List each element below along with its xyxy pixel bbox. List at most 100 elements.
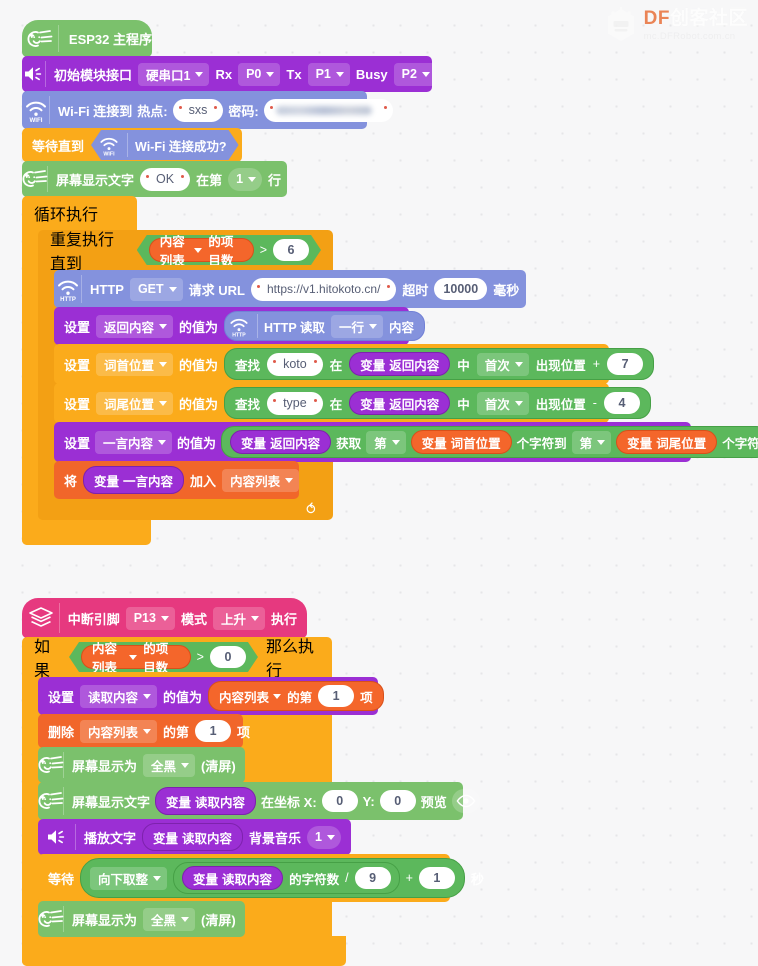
input-coord-x[interactable]: 0 (321, 790, 358, 812)
layers-icon (22, 598, 60, 638)
dropdown-variable-word-start[interactable]: 词首位置 (96, 352, 174, 376)
dropdown-http-method[interactable]: GET (129, 277, 183, 301)
input-needle[interactable]: koto (267, 352, 323, 376)
hat-block-interrupt-pin[interactable]: 中断引脚 P13 模式 上升 执行 (22, 598, 307, 638)
repeat-until-body[interactable]: HTTP HTTP GET 请求 URL https://v1.hitokoto… (54, 270, 758, 499)
dropdown-list-name[interactable]: 内容列表 (219, 687, 282, 706)
reporter-addition[interactable]: 向下取整 变量 读取内容 的字符数 / 9 + 1 (80, 858, 465, 898)
block-wait-until[interactable]: 等待直到 WIFI Wi-Fi 连接成功? (22, 128, 242, 162)
input-compare-value[interactable]: 0 (210, 646, 246, 668)
block-forever-loop[interactable]: 循环执行 重复执行直到 内容列表 的项目数 > 6 HTTP HTTP GET … (22, 196, 758, 545)
condition-list-count-gt[interactable]: 内容列表 的项目数 > 6 (137, 235, 321, 265)
dropdown-to-mode[interactable]: 第 (571, 430, 612, 454)
dropdown-tx-pin[interactable]: P1 (307, 62, 350, 86)
block-repeat-until[interactable]: 重复执行直到 内容列表 的项目数 > 6 HTTP HTTP GET 请求 UR… (38, 230, 758, 520)
block-delete-list-item[interactable]: 删除 内容列表 的第 1 项 (38, 714, 250, 748)
reporter-variable-return-content[interactable]: 变量 返回内容 (349, 352, 451, 376)
reporter-variable-read-content[interactable]: 变量 读取内容 (182, 866, 284, 890)
repeat-until-header: 重复执行直到 内容列表 的项目数 > 6 (38, 230, 333, 273)
input-operand[interactable]: 4 (603, 392, 640, 414)
block-screen-clear-second[interactable]: 屏幕显示为 全黑 (清屏) (38, 901, 245, 937)
dropdown-round-mode[interactable]: 向下取整 (90, 866, 168, 890)
reporter-variable-return-content[interactable]: 变量 返回内容 (349, 391, 451, 415)
input-item-index[interactable]: 1 (318, 685, 355, 707)
reporter-list-item-count[interactable]: 内容列表 的项目数 (81, 645, 191, 669)
hat-block-esp32-main[interactable]: ESP32 主程序 (22, 20, 152, 57)
reporter-variable-return-content[interactable]: 变量 返回内容 (230, 430, 332, 454)
block-screen-show-text-line[interactable]: 屏幕显示文字 OK 在第 1 行 (22, 161, 287, 197)
dropdown-list-name[interactable]: 内容列表 (80, 719, 158, 743)
reporter-find-position-minus[interactable]: 查找 type 在 变量 返回内容 中 首次 出现位置 - 4 (224, 387, 651, 419)
dropdown-bgm-index[interactable]: 1 (307, 825, 341, 849)
block-wifi-connect[interactable]: WIFI Wi-Fi 连接到 热点: sxs 密码: (22, 91, 393, 129)
dropdown-variable-read-content[interactable]: 读取内容 (80, 684, 158, 708)
dropdown-interrupt-mode[interactable]: 上升 (212, 606, 265, 630)
dropdown-http-read-mode[interactable]: 一行 (330, 314, 383, 338)
block-set-return-content[interactable]: 设置 返回内容 的值为 HTTP HTTP 读取 一行 内容 (54, 307, 425, 345)
dropdown-variable-return-content[interactable]: 返回内容 (96, 314, 174, 338)
block-set-read-content[interactable]: 设置 读取内容 的值为 内容列表 的第 1 项 (38, 677, 384, 715)
input-wifi-password[interactable] (263, 98, 393, 122)
dropdown-list-name[interactable]: 内容列表 (160, 231, 203, 269)
dropdown-interrupt-pin[interactable]: P13 (125, 606, 175, 630)
input-compare-value[interactable]: 6 (273, 239, 309, 261)
input-needle[interactable]: type (267, 391, 323, 415)
dropdown-occurrence-first[interactable]: 首次 (476, 352, 529, 376)
interrupt-script-stack[interactable]: 中断引脚 P13 模式 上升 执行 如果 内容列表 的项目数 > 0 那么执行 … (22, 598, 484, 966)
input-coord-y[interactable]: 0 (379, 790, 416, 812)
input-http-timeout[interactable]: 10000 (434, 278, 488, 300)
reporter-division[interactable]: 变量 读取内容 的字符数 / 9 (173, 862, 400, 894)
reporter-substring[interactable]: 变量 返回内容 获取 第 变量 词首位置 个字符到 第 变量 词尾位置 个字符 (221, 426, 758, 458)
dfrobot-watermark: DF创客社区 mc.DFRobot.com.cn (604, 6, 748, 44)
block-add-to-list[interactable]: 将 变量 一言内容 加入 内容列表 (54, 461, 300, 499)
block-init-module-port[interactable]: 初始模块接口 硬串口1 Rx P0 Tx P1 Busy P2 (22, 56, 436, 92)
forever-loop-body[interactable]: 重复执行直到 内容列表 的项目数 > 6 HTTP HTTP GET 请求 UR… (38, 230, 758, 520)
block-screen-show-variable[interactable]: 屏幕显示文字 变量 读取内容 在坐标 X: 0 Y: 0 预览 (38, 782, 480, 820)
reporter-variable-read-content[interactable]: 变量 读取内容 (155, 787, 257, 815)
block-screen-clear-first[interactable]: 屏幕显示为 全黑 (清屏) (38, 747, 245, 783)
input-item-index[interactable]: 1 (195, 720, 232, 742)
reporter-variable-word-end[interactable]: 变量 词尾位置 (616, 430, 718, 454)
reporter-list-item-count[interactable]: 内容列表 的项目数 (149, 238, 254, 262)
input-http-url[interactable]: https://v1.hitokoto.cn/ (251, 277, 397, 301)
condition-wifi-connected[interactable]: WIFI Wi-Fi 连接成功? (91, 130, 239, 160)
block-set-word-start[interactable]: 设置 词首位置 的值为 查找 koto 在 变量 返回内容 中 首次 出现位置 … (54, 344, 655, 384)
if-body[interactable]: 设置 读取内容 的值为 内容列表 的第 1 项 删除 内容列表 的第 1 项 屏… (38, 677, 498, 937)
dropdown-screen-line[interactable]: 1 (228, 167, 263, 191)
dropdown-from-mode[interactable]: 第 (366, 430, 406, 454)
main-script-stack[interactable]: ESP32 主程序 初始模块接口 硬串口1 Rx P0 Tx P1 Busy P… (22, 20, 758, 545)
dropdown-busy-pin[interactable]: P2 (393, 62, 436, 86)
dropdown-variable-word-end[interactable]: 词尾位置 (96, 391, 174, 415)
dropdown-screen-fill-mode[interactable]: 全黑 (143, 753, 196, 777)
block-set-hitokoto-content[interactable]: 设置 一言内容 的值为 变量 返回内容 获取 第 变量 词首位置 个字符到 第 … (54, 422, 758, 462)
reporter-variable-read-content[interactable]: 变量 读取内容 (142, 823, 244, 851)
input-addend[interactable]: 1 (418, 867, 455, 889)
reporter-variable-word-start[interactable]: 变量 词首位置 (410, 430, 512, 454)
reporter-list-item-at[interactable]: 内容列表 的第 1 项 (208, 681, 384, 711)
input-wifi-ssid[interactable]: sxs (172, 98, 224, 122)
set-to-label: 的值为 (177, 435, 217, 451)
block-play-text[interactable]: 播放文字 变量 读取内容 背景音乐 1 (38, 819, 351, 855)
eye-icon[interactable] (451, 789, 480, 813)
reporter-http-read[interactable]: HTTP HTTP 读取 一行 内容 (224, 311, 425, 341)
item-suffix: 项 (237, 724, 251, 740)
reporter-find-position-plus[interactable]: 查找 koto 在 变量 返回内容 中 首次 出现位置 + 7 (224, 348, 655, 380)
dropdown-serial-port[interactable]: 硬串口1 (138, 62, 210, 86)
reporter-variable-hitokoto[interactable]: 变量 一言内容 (83, 466, 185, 494)
set-label: 设置 (48, 689, 75, 705)
block-http-request[interactable]: HTTP HTTP GET 请求 URL https://v1.hitokoto… (54, 270, 526, 308)
input-divisor[interactable]: 9 (354, 867, 391, 889)
dropdown-rx-pin[interactable]: P0 (238, 62, 281, 86)
dropdown-variable-hitokoto[interactable]: 一言内容 (95, 430, 173, 454)
blocks-workspace[interactable]: DF创客社区 mc.DFRobot.com.cn ESP32 主程序 初始模块接… (0, 0, 758, 966)
input-screen-text[interactable]: OK (140, 167, 191, 191)
dropdown-list-name[interactable]: 内容列表 (92, 638, 137, 676)
dropdown-target-list[interactable]: 内容列表 (222, 468, 300, 492)
dropdown-occurrence-first[interactable]: 首次 (476, 391, 529, 415)
block-if-then[interactable]: 如果 内容列表 的项目数 > 0 那么执行 设置 读取内容 的值为 内容列表 的… (22, 637, 484, 966)
condition-list-count-gt-zero[interactable]: 内容列表 的项目数 > 0 (69, 642, 258, 672)
input-operand[interactable]: 7 (607, 353, 644, 375)
block-set-word-end[interactable]: 设置 词尾位置 的值为 查找 type 在 变量 返回内容 中 首次 出现位置 … (54, 383, 651, 423)
block-wait-seconds[interactable]: 等待 向下取整 变量 读取内容 的字符数 / 9 + 1 秒 (38, 854, 484, 902)
dropdown-screen-fill-mode[interactable]: 全黑 (143, 907, 196, 931)
